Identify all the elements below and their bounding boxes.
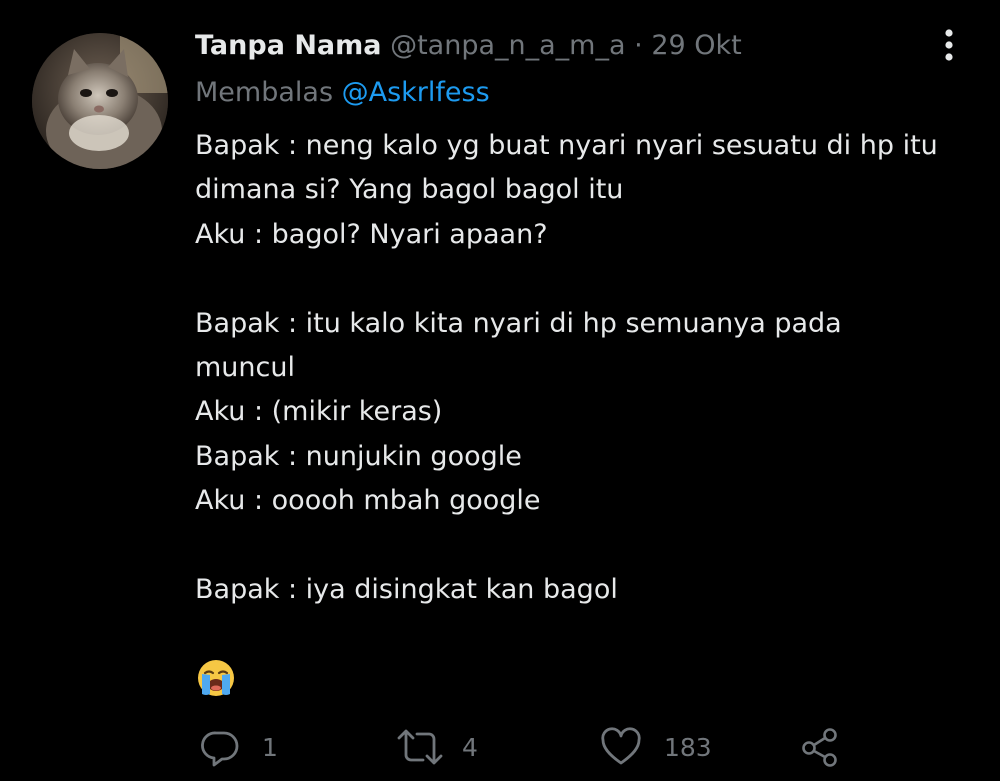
tweet-text-line: Bapak : nunjukin google <box>195 440 522 472</box>
tweet-header: Tanpa Nama @tanpa_n_a_m_a · 29 Okt <box>195 28 742 64</box>
reply-context: Membalas @Askrlfess <box>195 75 490 111</box>
retweet-icon <box>397 729 443 765</box>
reply-mention-link[interactable]: @Askrlfess <box>342 77 490 108</box>
retweet-button[interactable]: 4 <box>396 722 478 772</box>
tweet-date[interactable]: 29 Okt <box>651 30 741 61</box>
author-handle[interactable]: @tanpa_n_a_m_a <box>390 30 625 61</box>
more-vertical-icon <box>945 29 953 61</box>
tweet-text-line: Aku : (mikir keras) <box>195 396 443 428</box>
heart-icon <box>601 727 641 765</box>
reply-icon <box>201 731 239 767</box>
tweet-text-line <box>195 524 985 568</box>
tweet-text-line: dimana si? Yang bagol bagol itu <box>195 174 624 206</box>
tweet-text-line: Bapak : iya disingkat kan bagol <box>195 573 618 605</box>
crying-face-icon <box>198 660 234 696</box>
tweet-text-line <box>195 257 985 301</box>
retweet-count: 4 <box>462 732 478 762</box>
more-options-button[interactable] <box>934 26 964 66</box>
tweet-text: Bapak : neng kalo yg buat nyari nyari se… <box>195 124 985 612</box>
share-icon <box>802 728 837 767</box>
tweet-text-line: muncul <box>195 351 295 383</box>
reply-label: Membalas <box>195 77 334 108</box>
tweet-text-line: Aku : ooooh mbah google <box>195 485 541 517</box>
loudly-crying-face-emoji <box>196 658 236 698</box>
tweet-text-line: Bapak : itu kalo kita nyari di hp semuan… <box>195 307 842 339</box>
tweet-text-line: Aku : bagol? Nyari apaan? <box>195 218 548 250</box>
like-count: 183 <box>664 732 712 762</box>
like-button[interactable]: 183 <box>600 722 712 772</box>
tweet-text-line: Bapak : neng kalo yg buat nyari nyari se… <box>195 130 938 161</box>
reply-count: 1 <box>262 732 278 762</box>
separator-dot: · <box>634 30 643 61</box>
share-button[interactable] <box>800 722 840 772</box>
reply-button[interactable]: 1 <box>200 722 278 772</box>
avatar[interactable] <box>32 33 168 169</box>
cat-avatar-image <box>32 33 168 169</box>
tweet-actions-bar: 1 4 183 <box>0 722 1000 772</box>
author-display-name[interactable]: Tanpa Nama <box>195 30 382 61</box>
